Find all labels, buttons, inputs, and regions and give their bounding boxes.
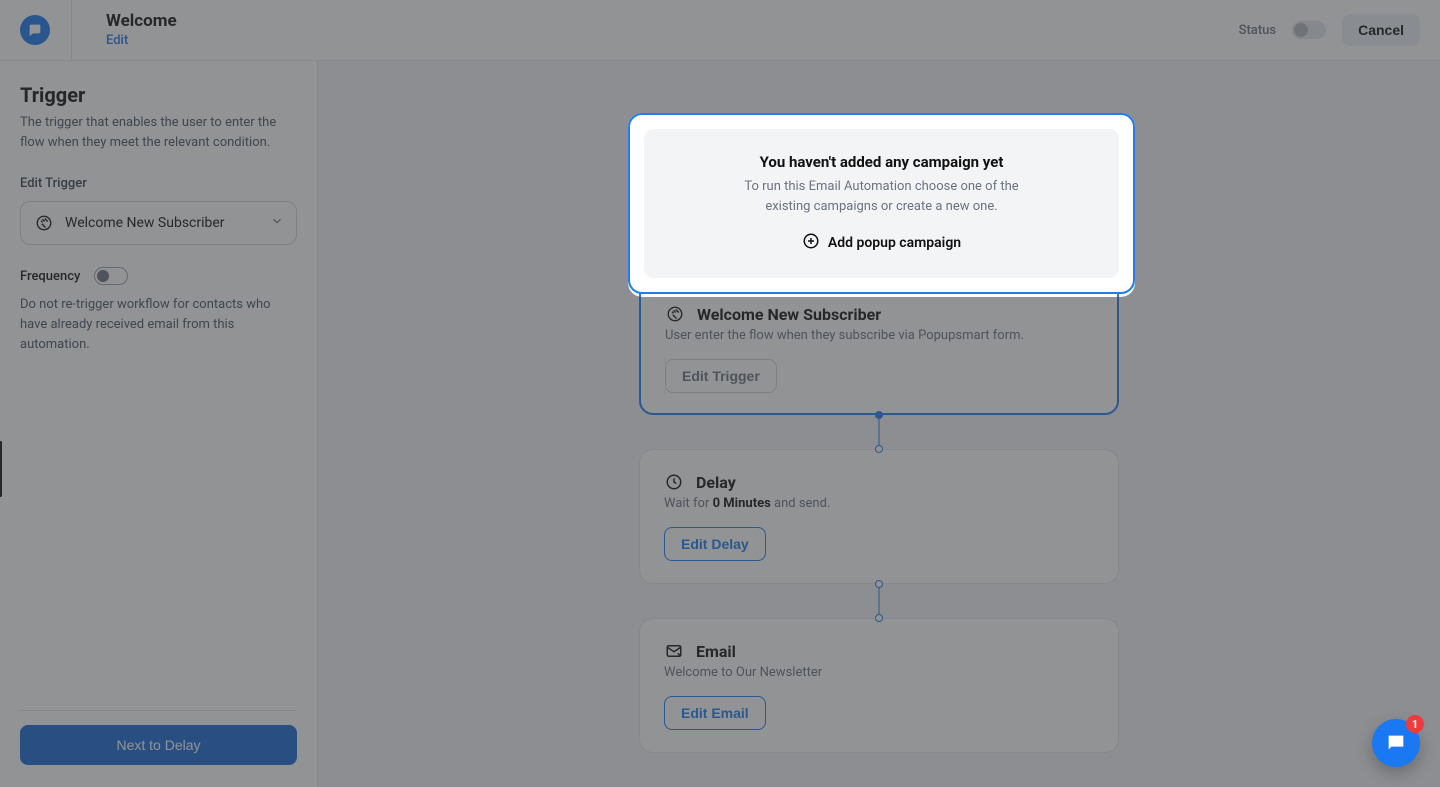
topbar: Welcome Edit Status Cancel — [0, 0, 1440, 61]
sidebar-heading: Trigger — [20, 83, 297, 107]
add-popup-campaign-button[interactable]: Add popup campaign — [799, 240, 958, 262]
status-toggle[interactable] — [1292, 21, 1326, 39]
chat-launcher-button[interactable]: 1 — [1372, 719, 1420, 767]
trigger-select-value: Welcome New Subscriber — [65, 215, 225, 231]
sidebar: Trigger The trigger that enables the use… — [0, 61, 318, 787]
email-card-title: Email — [696, 642, 736, 661]
empty-heading: You haven't added any campaign yet — [689, 161, 1069, 179]
edit-email-button[interactable]: Edit Email — [664, 696, 766, 730]
frequency-label: Frequency — [20, 269, 80, 284]
cancel-button[interactable]: Cancel — [1342, 14, 1420, 46]
email-card-subtitle: Welcome to Our Newsletter — [664, 665, 1094, 680]
chevron-down-icon — [270, 214, 284, 232]
delay-card-subtitle: Wait for 0 Minutes and send. — [664, 496, 1094, 511]
next-button[interactable]: Next to Delay — [20, 725, 297, 765]
flow-connector — [878, 584, 880, 618]
page-subtitle-link[interactable]: Edit — [106, 33, 177, 49]
sidebar-description: The trigger that enables the user to ent… — [20, 113, 288, 152]
trigger-card-title: Welcome New Subscriber — [697, 305, 881, 324]
page-title: Welcome — [106, 11, 177, 32]
frequency-note: Do not re-trigger workflow for contacts … — [20, 295, 288, 355]
edit-trigger-label: Edit Trigger — [20, 176, 297, 191]
delay-card-title: Delay — [696, 473, 736, 492]
chat-badge: 1 — [1406, 715, 1424, 733]
edit-delay-button[interactable]: Edit Delay — [664, 527, 766, 561]
status-label: Status — [1239, 23, 1276, 38]
flow-canvas: You haven't added any campaign yet To ru… — [318, 61, 1440, 787]
empty-body: To run this Email Automation choose one … — [719, 185, 1039, 224]
plus-circle-icon — [799, 240, 817, 262]
trigger-card-subtitle: User enter the flow when they subscribe … — [665, 328, 1093, 343]
flow-card-delay[interactable]: Delay Wait for 0 Minutes and send. Edit … — [639, 449, 1119, 584]
sidebar-indicator — [0, 441, 2, 497]
mail-icon — [664, 641, 684, 661]
flow-card-email[interactable]: Email Welcome to Our Newsletter Edit Ema… — [639, 618, 1119, 753]
wave-icon — [33, 212, 55, 234]
divider — [71, 0, 72, 61]
trigger-select[interactable]: Welcome New Subscriber — [20, 201, 297, 245]
flow-card-trigger[interactable]: You haven't added any campaign yet To ru… — [639, 115, 1119, 415]
frequency-toggle[interactable] — [94, 267, 128, 285]
flow-connector — [878, 415, 880, 449]
empty-campaign-panel: You haven't added any campaign yet To ru… — [659, 135, 1099, 288]
app-logo-icon — [20, 15, 50, 45]
clock-icon — [664, 472, 684, 492]
wave-icon — [665, 304, 685, 324]
add-popup-campaign-label: Add popup campaign — [825, 243, 958, 259]
edit-trigger-button[interactable]: Edit Trigger — [665, 359, 777, 393]
